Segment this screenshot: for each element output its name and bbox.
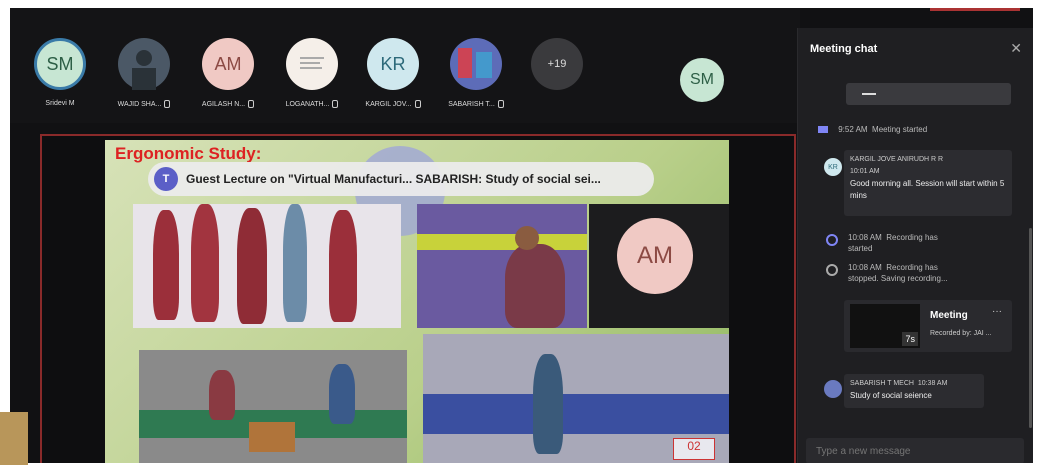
slide-image-walking-people <box>133 204 401 328</box>
recording-duration: 7s <box>902 332 918 346</box>
avatar-initials: SM <box>46 53 74 74</box>
participant-name: LOGANATH... <box>267 100 357 108</box>
avatar-initials: AM <box>637 242 673 269</box>
figure <box>237 208 267 324</box>
avatar-initials: AM <box>214 53 242 74</box>
mic-off-icon <box>164 100 171 108</box>
participant-tile-kr[interactable]: KR <box>367 38 419 90</box>
slide-image-packing-station <box>139 350 407 463</box>
chat-message-input[interactable] <box>806 438 1024 463</box>
chat-title: Meeting chat <box>810 43 878 55</box>
chat-scrollbar[interactable] <box>1029 228 1032 428</box>
video-camera-icon <box>818 126 828 134</box>
avatar-initials: KR <box>380 53 406 74</box>
teams-window: SM AM KR +19 Sridevi M WAJID SHA... AGIL… <box>10 8 1033 463</box>
avatar: KR <box>824 158 842 176</box>
recording-title: Meeting <box>930 310 968 321</box>
participant-tile-loganath[interactable] <box>286 38 338 90</box>
message-time: 10:38 AM <box>917 380 948 387</box>
close-icon[interactable]: ✕ <box>1010 40 1022 57</box>
top-indicator-red <box>930 8 1020 11</box>
self-view-initials: SM <box>690 71 714 88</box>
participant-tile-sm[interactable]: SM <box>34 38 86 90</box>
banner-text: Guest Lecture on "Virtual Manufacturi...… <box>186 172 601 186</box>
more-options-icon[interactable]: ··· <box>992 306 1002 318</box>
participant-gallery: SM AM KR +19 Sridevi M WAJID SHA... AGIL… <box>10 8 800 123</box>
mic-off-icon <box>497 100 504 108</box>
participant-name: KARGIL JOV... <box>348 100 438 108</box>
recording-subtitle: Recorded by: JAI ... <box>930 330 992 337</box>
recording-stopped-event: 10:08 AM Recording has stopped. Saving r… <box>848 263 948 283</box>
slide-title: Ergonomic Study: <box>115 144 262 163</box>
overflow-count-text: +19 <box>547 58 567 70</box>
recording-thumbnail: 7s <box>850 304 920 348</box>
slide-image-assembly-line: 02 <box>423 334 729 463</box>
decorative-corner <box>0 412 28 465</box>
teams-logo-icon: T <box>154 167 178 191</box>
chat-message[interactable]: SABARISH T MECH 10:38 AM Study of social… <box>844 374 984 408</box>
avatar-photo <box>286 38 338 90</box>
figure <box>283 204 307 322</box>
meeting-started-event: 9:52 AM Meeting started <box>818 124 927 135</box>
participant-name: Sridevi M <box>45 100 75 107</box>
message-text: Good morning all. Session will start wit… <box>850 179 1005 200</box>
meeting-title-banner[interactable]: T Guest Lecture on "Virtual Manufacturi.… <box>148 162 654 196</box>
avatar-photo <box>118 38 170 90</box>
avatar-photo <box>450 38 502 90</box>
person-photo-icon <box>458 48 492 78</box>
participant-name: SABARISH T... <box>431 100 521 108</box>
mic-off-icon <box>248 100 255 108</box>
message-sender: KARGIL JOVE ANIRUDH R R <box>850 156 944 163</box>
figure <box>329 364 355 424</box>
participant-name: WAJID SHA... <box>99 100 189 108</box>
self-view-avatar[interactable]: SM <box>680 58 724 102</box>
person-photo-icon <box>132 50 156 90</box>
figure <box>329 210 357 322</box>
recording-started-icon <box>826 234 838 246</box>
overflow-count: +19 <box>531 38 583 90</box>
more-participants-button[interactable]: +19 <box>531 38 583 90</box>
recording-started-event: 10:08 AM Recording has started <box>848 233 938 253</box>
figure <box>209 370 235 420</box>
box <box>249 422 295 452</box>
figure <box>153 210 179 320</box>
recording-stopped-icon <box>826 264 838 276</box>
mic-off-icon <box>332 100 339 108</box>
station-label: 02 <box>673 438 715 460</box>
participant-avatar-am[interactable]: AM <box>617 218 693 294</box>
slide-image-reaching-worker <box>417 204 587 328</box>
event-time: 9:52 AM <box>838 125 868 134</box>
event-text: Meeting started <box>872 125 928 134</box>
message-text: Study of social seience <box>850 391 932 400</box>
figure <box>505 244 565 328</box>
message-time: 10:01 AM <box>850 168 880 175</box>
message-sender: SABARISH T MECH <box>850 380 914 387</box>
avatar: SM <box>34 38 86 90</box>
head <box>515 226 539 250</box>
workbench <box>423 394 729 434</box>
previous-message <box>846 83 1011 105</box>
avatar: KR <box>367 38 419 90</box>
document-icon <box>300 57 324 69</box>
figure <box>191 204 219 322</box>
mic-off-icon <box>414 100 421 108</box>
message-fragment <box>862 93 876 95</box>
participant-tile-am[interactable]: AM <box>202 38 254 90</box>
participant-tile-sabarish[interactable] <box>450 38 502 90</box>
meeting-chat-panel: Meeting chat ✕ 9:52 AM Meeting started K… <box>797 28 1033 463</box>
participant-name: AGILASH N... <box>183 100 273 108</box>
figure <box>533 354 563 454</box>
beam <box>417 234 587 250</box>
participant-tile-wajid[interactable] <box>118 38 170 90</box>
avatar-initials: KR <box>828 163 838 171</box>
avatar-photo <box>824 380 842 398</box>
chat-message[interactable]: KARGIL JOVE ANIRUDH R R 10:01 AM Good mo… <box>844 150 1012 216</box>
recording-card[interactable]: 7s Meeting Recorded by: JAI ... ··· <box>844 300 1012 352</box>
avatar: AM <box>202 38 254 90</box>
